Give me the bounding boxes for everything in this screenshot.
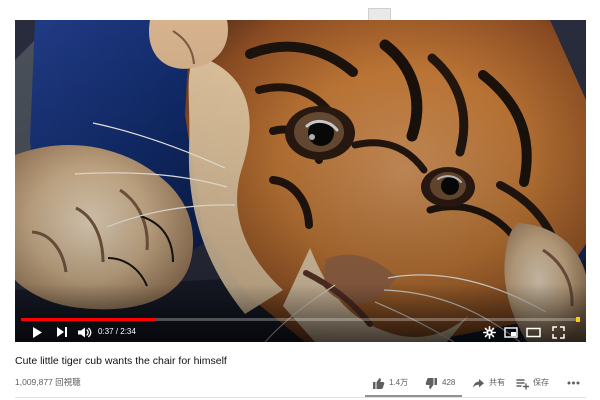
video-title: Cute little tiger cub wants the chair fo… xyxy=(15,355,227,367)
like-button[interactable]: 1.4万 xyxy=(372,375,408,391)
save-to-playlist-icon xyxy=(516,378,529,390)
next-icon xyxy=(57,327,67,337)
play-button[interactable] xyxy=(28,323,46,341)
theater-mode-button[interactable] xyxy=(525,323,542,341)
fullscreen-button[interactable] xyxy=(550,323,566,341)
more-actions-button[interactable] xyxy=(566,375,580,391)
miniplayer-button[interactable] xyxy=(503,323,519,341)
bottom-divider xyxy=(15,397,586,398)
view-count: 1,009,877 回視聴 xyxy=(15,377,81,387)
volume-icon xyxy=(77,327,91,337)
miniplayer-icon xyxy=(504,326,518,338)
video-player[interactable]: 0:37 / 2:34 xyxy=(15,20,586,342)
thumbs-down-icon xyxy=(425,377,437,389)
play-icon xyxy=(33,326,42,338)
theater-icon xyxy=(526,327,541,337)
save-button[interactable]: 保存 xyxy=(516,375,549,391)
settings-button[interactable] xyxy=(481,323,497,341)
share-label: 共有 xyxy=(489,378,505,387)
more-icon xyxy=(567,381,579,385)
gear-icon xyxy=(482,325,496,339)
video-watch-page: 0:37 / 2:34 Cute little tiger cub wants … xyxy=(0,0,600,400)
volume-button[interactable] xyxy=(74,323,94,341)
save-label: 保存 xyxy=(533,378,549,387)
next-button[interactable] xyxy=(53,323,71,341)
like-count: 1.4万 xyxy=(389,378,409,387)
dislike-count: 428 xyxy=(442,378,456,387)
fullscreen-icon xyxy=(551,325,565,339)
share-button[interactable]: 共有 xyxy=(472,375,505,391)
progress-end-marker xyxy=(576,317,580,322)
dislike-button[interactable]: 428 xyxy=(425,375,455,391)
progress-played xyxy=(21,318,156,321)
time-display: 0:37 / 2:34 xyxy=(98,327,136,336)
progress-bar[interactable] xyxy=(21,317,580,322)
thumbs-up-icon xyxy=(373,377,385,389)
share-icon xyxy=(473,378,484,388)
